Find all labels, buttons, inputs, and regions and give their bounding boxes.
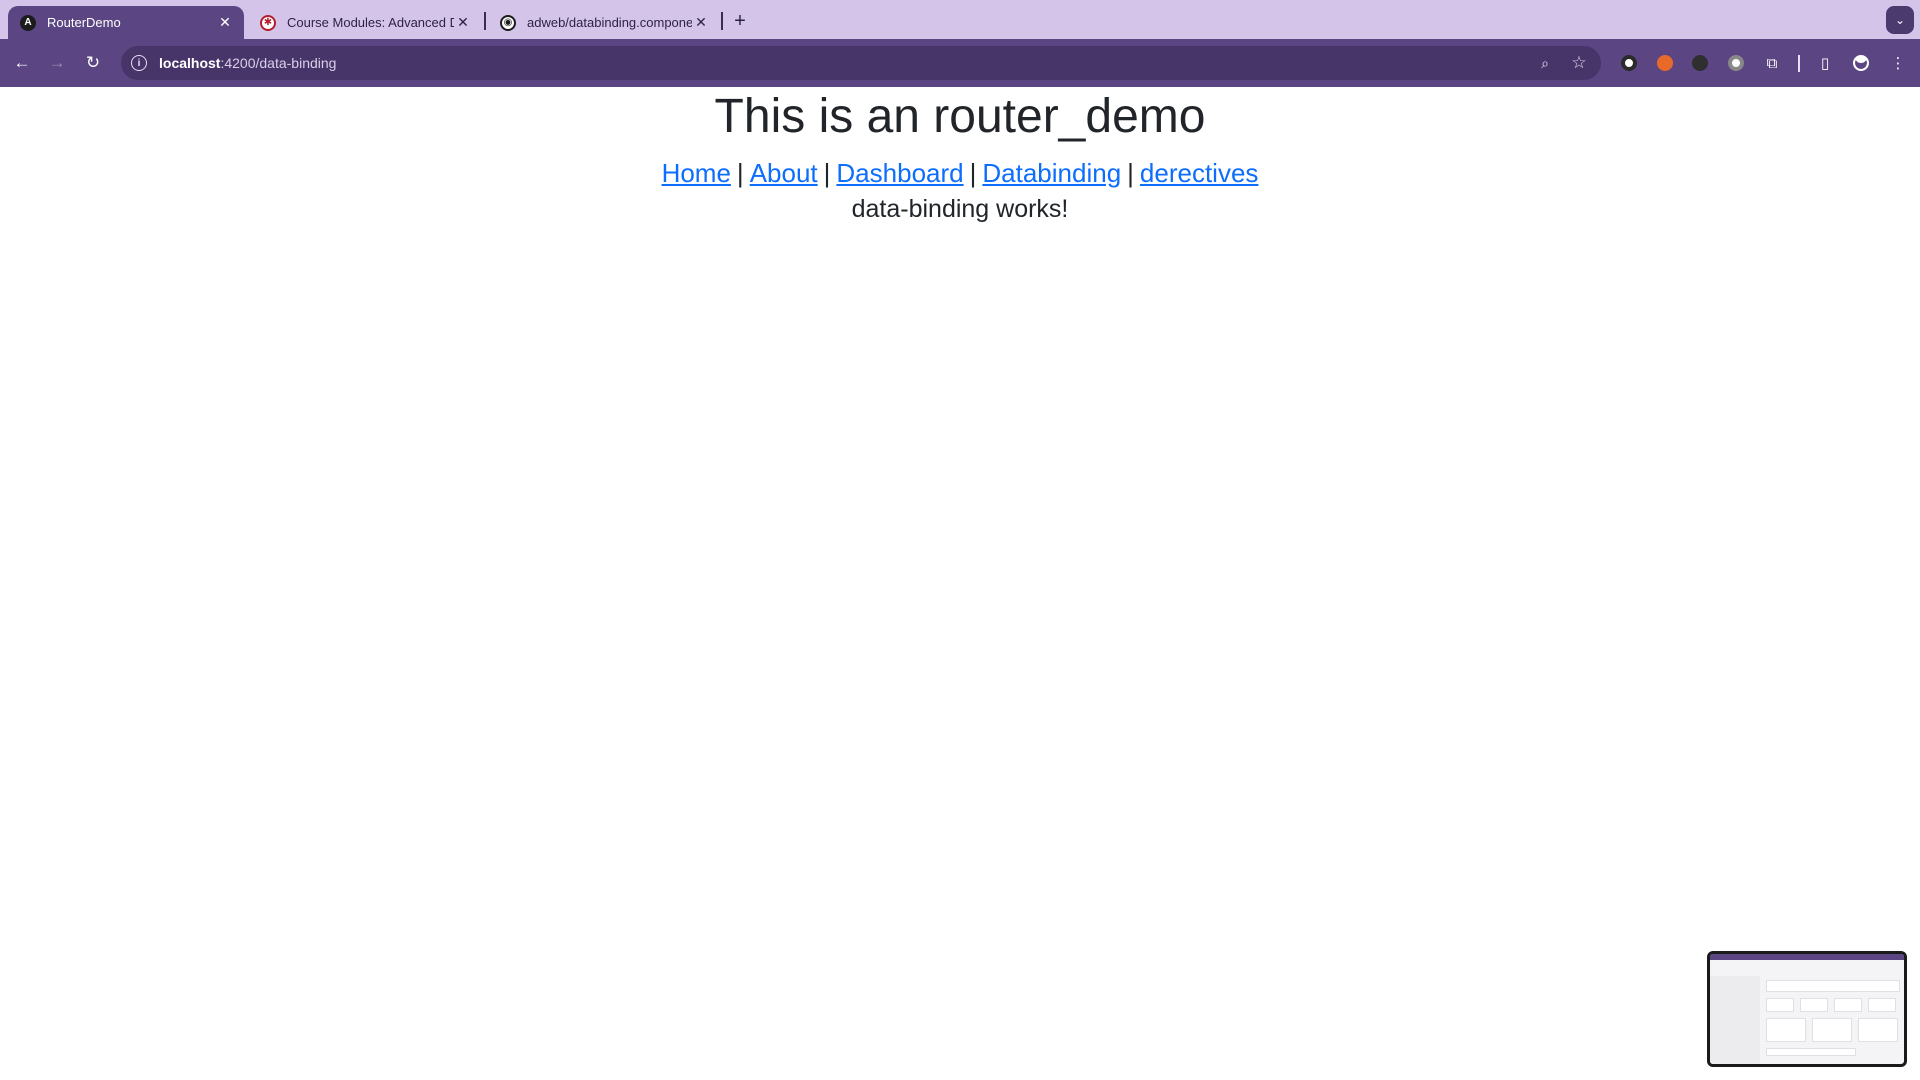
screen-share-preview[interactable]: [1707, 951, 1907, 1067]
chevron-down-icon: ⌄: [1894, 13, 1906, 27]
nav-separator: |: [1127, 158, 1134, 188]
close-icon[interactable]: ✕: [454, 14, 472, 32]
extension-icon-2[interactable]: [1653, 51, 1677, 75]
arrow-left-icon: ←: [13, 53, 31, 72]
preview-card: [1868, 998, 1896, 1012]
router-nav: Home | About | Dashboard | Databinding | derecti…: [0, 156, 1920, 190]
nav-link-dashboard[interactable]: Dashboard: [836, 158, 963, 188]
back-button[interactable]: ←: [8, 49, 36, 77]
preview-card: [1766, 1018, 1806, 1042]
nav-link-derectives[interactable]: derectives: [1140, 158, 1259, 188]
tab-title: RouterDemo: [47, 15, 121, 30]
page-content: This is an router_demo Home | About | Dashbo…: [0, 87, 1920, 1080]
course-icon: ✱: [260, 14, 276, 31]
preview-card: [1858, 1018, 1898, 1042]
tab-routerdemo[interactable]: A RouterDemo ✕: [8, 6, 244, 39]
preview-card: [1766, 998, 1794, 1012]
tab-github[interactable]: ◉ adweb/databinding.compone ✕: [488, 6, 720, 39]
data-binding-message: data-binding works!: [851, 195, 1069, 223]
side-panel-icon[interactable]: ▯: [1813, 51, 1837, 75]
new-tab-button[interactable]: +: [727, 8, 753, 34]
nav-link-about[interactable]: About: [750, 158, 818, 188]
reload-icon: ↻: [85, 53, 101, 72]
tab-divider: [484, 12, 486, 30]
page-title: This is an router_demo: [714, 90, 1206, 143]
github-icon: ◉: [500, 14, 516, 31]
nav-separator: |: [823, 158, 831, 188]
forward-button[interactable]: →: [43, 49, 71, 77]
preview-card: [1766, 980, 1900, 992]
tab-title: Course Modules: Advanced D: [287, 15, 454, 30]
puzzle-icon[interactable]: ⧉: [1760, 51, 1784, 75]
preview-titlebar: [1710, 954, 1904, 960]
url-text: localhost:4200/data-binding: [159, 55, 336, 71]
preview-card: [1812, 1018, 1852, 1042]
nav-link-databinding[interactable]: Databinding: [982, 158, 1121, 188]
tab-title: adweb/databinding.compone: [527, 15, 692, 30]
extension-icon-3[interactable]: [1688, 51, 1712, 75]
preview-card: [1766, 1048, 1856, 1056]
menu-icon[interactable]: ⋮: [1886, 51, 1910, 75]
nav-link-home[interactable]: Home: [662, 158, 731, 188]
zoom-icon[interactable]: ⌕: [1537, 55, 1553, 71]
preview-card: [1800, 998, 1828, 1012]
arrow-right-icon: →: [48, 53, 66, 72]
url-host: localhost: [159, 55, 221, 71]
tab-divider: [721, 12, 723, 30]
address-bar[interactable]: i localhost:4200/data-binding ⌕ ☆: [121, 46, 1601, 80]
preview-card: [1834, 998, 1862, 1012]
profile-avatar-icon[interactable]: [1849, 51, 1873, 75]
nav-separator: |: [969, 158, 977, 188]
browser-toolbar: ← → ↻ i localhost:4200/data-binding ⌕ ☆ …: [0, 39, 1920, 87]
url-path: :4200/data-binding: [220, 55, 337, 71]
site-info-icon[interactable]: i: [131, 55, 147, 71]
toolbar-divider: [1798, 55, 1800, 72]
tab-strip: A RouterDemo ✕ ✱ Course Modules: Advance…: [0, 0, 1920, 39]
star-icon[interactable]: ☆: [1571, 53, 1587, 72]
tab-search-button[interactable]: ⌄: [1886, 6, 1914, 34]
tab-course-modules[interactable]: ✱ Course Modules: Advanced D ✕: [248, 6, 482, 39]
close-icon[interactable]: ✕: [692, 14, 710, 32]
preview-sidebar: [1710, 976, 1760, 1064]
reload-button[interactable]: ↻: [79, 49, 107, 77]
nav-separator: |: [736, 158, 744, 188]
extension-icon-1[interactable]: [1617, 51, 1641, 75]
angular-icon: A: [20, 14, 36, 31]
close-icon[interactable]: ✕: [216, 14, 234, 32]
preview-main: [1762, 976, 1904, 1064]
extension-icon-4[interactable]: [1724, 51, 1748, 75]
